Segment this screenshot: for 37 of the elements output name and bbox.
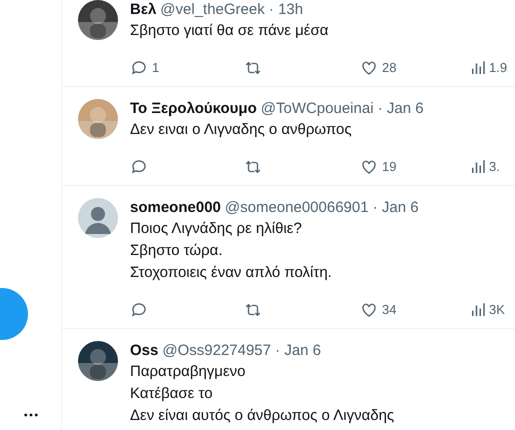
- like-count: 19: [382, 158, 396, 176]
- reply-icon[interactable]: [130, 301, 148, 319]
- view-count: 3K: [489, 301, 505, 320]
- view-count: 1.9: [489, 59, 508, 78]
- tweet-text-line: Δεν ειναι ο Λιγναδης ο ανθρωπος: [130, 120, 353, 140]
- user-name[interactable]: someone000: [130, 198, 221, 218]
- view-count: 3.: [489, 158, 500, 176]
- retweet-icon[interactable]: [244, 158, 262, 176]
- user-name[interactable]: Το Ξερολούκουμο: [130, 99, 257, 119]
- user-name[interactable]: Oss: [130, 341, 158, 361]
- tweet-text-line: Δεν είναι αυτός ο άνθρωπος ο Λιγναδης: [130, 406, 396, 426]
- reply-icon[interactable]: [130, 158, 148, 176]
- user-handle-time: @ToWCpoueinai · Jan 6: [260, 99, 424, 119]
- tweet-text-line: Παρατραβηγμενο: [130, 362, 246, 382]
- like-count: 28: [382, 59, 396, 78]
- user-handle-time: @vel_theGreek · 13h: [160, 0, 304, 20]
- heart-icon[interactable]: [360, 59, 378, 77]
- user-handle-time: @Oss92274957 · Jan 6: [162, 341, 322, 361]
- bar-chart-icon[interactable]: [469, 158, 487, 176]
- like-count: 34: [382, 301, 396, 320]
- default-avatar-icon: [78, 198, 118, 238]
- heart-icon[interactable]: [360, 301, 378, 319]
- reply-icon[interactable]: [130, 59, 148, 77]
- retweet-icon[interactable]: [244, 301, 262, 319]
- reply-count: 1: [152, 59, 160, 78]
- heart-icon[interactable]: [360, 158, 378, 176]
- tweet-text-line: Ποιος Λιγνάδης ρε ηλίθιε?: [130, 219, 303, 239]
- user-name[interactable]: Βελ: [130, 0, 156, 20]
- bar-chart-icon[interactable]: [469, 59, 487, 77]
- user-handle-time: @someone00066901 · Jan 6: [224, 198, 419, 218]
- tweet-text-line: Στοχοποιεις έναν απλό πολίτη.: [130, 263, 333, 283]
- tweet-text-line: Σβηστο τώρα.: [130, 241, 224, 261]
- tweet-text-line: Κατέβασε το: [130, 384, 214, 404]
- more-icon[interactable]: [24, 413, 38, 417]
- retweet-icon[interactable]: [244, 59, 262, 77]
- bar-chart-icon[interactable]: [469, 301, 487, 319]
- tweet-text-line: Σβηστο γιατί θα σε πάνε μέσα: [130, 21, 330, 41]
